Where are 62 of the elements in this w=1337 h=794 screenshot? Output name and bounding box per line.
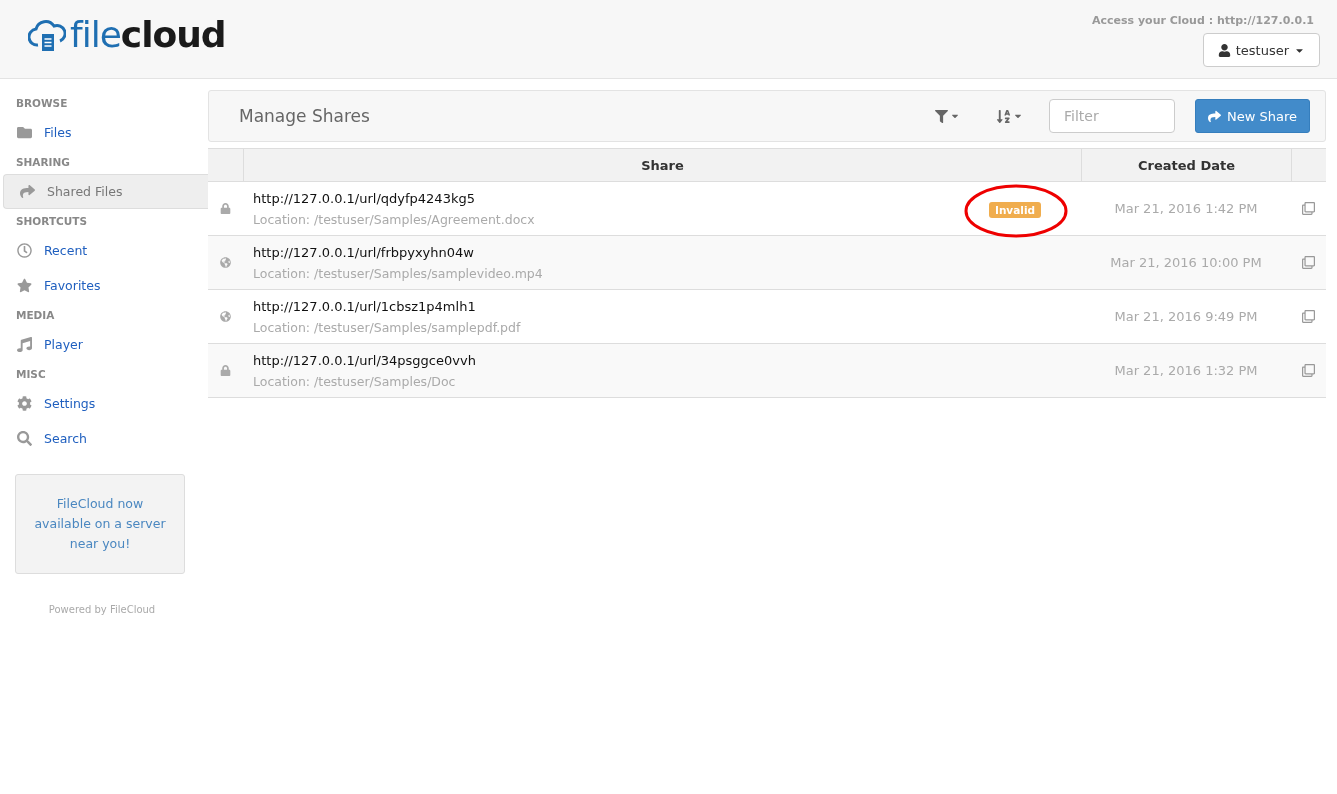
column-header: Share xyxy=(243,149,1081,181)
sidebar-item[interactable]: Settings xyxy=(3,386,208,421)
search-icon xyxy=(17,431,32,446)
globe-icon xyxy=(220,257,231,268)
created-date: Mar 21, 2016 1:42 PM xyxy=(1113,200,1259,218)
copy-icon[interactable] xyxy=(1302,310,1315,323)
logo-text: file xyxy=(70,14,121,55)
share-location: Location: /testuser/Samples/samplevideo.mp4 xyxy=(253,265,544,281)
share-url: http://127.0.0.1/url/1cbsz1p4mlh1 xyxy=(253,298,477,314)
sidebar-item[interactable]: Shared Files xyxy=(3,174,208,209)
copy-icon[interactable] xyxy=(1302,364,1315,377)
folder-icon xyxy=(17,125,32,140)
sidebar-item-label: Recent xyxy=(44,243,88,258)
share-url: http://127.0.0.1/url/34psggce0vvh xyxy=(253,352,477,368)
clock-icon xyxy=(17,243,32,258)
lock-icon xyxy=(220,203,231,214)
filter-input[interactable]: Filter xyxy=(1049,99,1175,133)
section-heading: BROWSE xyxy=(15,96,69,111)
sidebar-item-label: Shared Files xyxy=(47,184,123,199)
sidebar-item-label: Search xyxy=(44,431,87,446)
access-url-text: Access your Cloud : http://127.0.0.1 xyxy=(1091,14,1314,27)
created-date: Mar 21, 2016 1:32 PM xyxy=(1113,362,1259,380)
logo-text-bold: cloud xyxy=(120,14,226,55)
globe-icon xyxy=(220,311,231,322)
share-location: Location: /testuser/Samples/Doc xyxy=(253,373,457,389)
star-icon xyxy=(17,278,32,293)
share-url: http://127.0.0.1/url/qdyfp4243kg5 xyxy=(253,190,476,206)
status-badge: Invalid xyxy=(988,202,1041,218)
sidebar-item-label: Favorites xyxy=(44,278,101,293)
share-arrow-icon xyxy=(20,184,35,199)
sidebar-item-label: Files xyxy=(44,125,72,140)
section-heading: MEDIA xyxy=(15,308,56,323)
share-location: Location: /testuser/Samples/samplepdf.pdf xyxy=(253,319,522,335)
settings-icon xyxy=(17,396,32,411)
promo-text: FileCloud now available on a server near you! xyxy=(33,495,167,553)
user-icon xyxy=(1217,43,1231,57)
copy-icon[interactable] xyxy=(1302,256,1315,269)
funnel-icon xyxy=(935,109,948,123)
user-menu-button[interactable]: testuser xyxy=(1202,33,1320,67)
column-header: Created Date xyxy=(1081,149,1291,181)
sidebar-item[interactable]: Favorites xyxy=(3,268,208,303)
music-note-icon xyxy=(17,337,32,352)
copy-icon[interactable] xyxy=(1302,202,1315,215)
created-date: Mar 21, 2016 9:49 PM xyxy=(1113,308,1259,326)
section-heading: SHARING xyxy=(15,155,71,170)
sort-icon xyxy=(996,108,1011,124)
created-date: Mar 21, 2016 10:00 PM xyxy=(1109,254,1263,272)
share-arrow-icon xyxy=(1208,109,1221,123)
sidebar-item-label: Player xyxy=(44,337,83,352)
powered-by-text: Powered by FileCloud xyxy=(47,604,157,615)
sidebar-item[interactable]: Recent xyxy=(3,233,208,268)
section-heading: SHORTCUTS xyxy=(15,214,88,229)
sidebar-item[interactable]: Files xyxy=(3,115,208,150)
new-share-button[interactable]: New Share xyxy=(1195,99,1310,133)
sidebar-item[interactable]: Search xyxy=(3,421,208,456)
page-title: Manage Shares xyxy=(239,106,371,126)
sidebar-item-label: Settings xyxy=(44,396,96,411)
share-url: http://127.0.0.1/url/frbpyxyhn04w xyxy=(253,244,475,260)
lock-icon xyxy=(220,365,231,376)
share-location: Location: /testuser/Samples/Agreement.docx xyxy=(253,211,536,227)
sidebar-item[interactable]: Player xyxy=(3,327,208,362)
section-heading: MISC xyxy=(15,367,47,382)
